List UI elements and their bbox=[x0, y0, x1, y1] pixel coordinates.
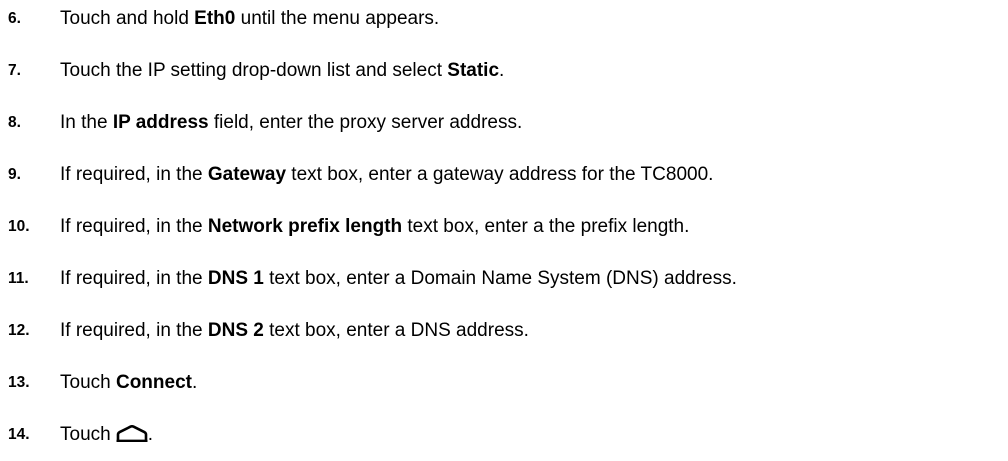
step-text: If required, in the DNS 2 text box, ente… bbox=[60, 320, 529, 341]
step-number: 8. bbox=[8, 114, 21, 131]
step-number: 14. bbox=[8, 426, 30, 443]
step-number: 6. bbox=[8, 10, 21, 27]
step-text: Touch and hold Eth0 until the menu appea… bbox=[60, 8, 440, 29]
step-number: 10. bbox=[8, 218, 30, 235]
home-icon bbox=[116, 424, 148, 450]
ui-term: Connect bbox=[115, 372, 192, 393]
step-text: If required, in the Gateway text box, en… bbox=[60, 164, 714, 185]
step-text: In the IP address field, enter the proxy… bbox=[60, 112, 523, 133]
step-number: 9. bbox=[8, 166, 21, 183]
ui-term: IP address bbox=[112, 112, 209, 133]
step-text: Touch the IP setting drop-down list and … bbox=[60, 60, 505, 81]
ui-term: DNS 1 bbox=[207, 268, 264, 289]
procedure-steps: 6. Touch and hold Eth0 until the menu ap… bbox=[0, 0, 1008, 461]
step-number: 12. bbox=[8, 322, 30, 339]
step-number: 13. bbox=[8, 374, 30, 391]
step-number: 11. bbox=[8, 270, 29, 287]
ui-term: Gateway bbox=[207, 164, 287, 185]
step-text: If required, in the Network prefix lengt… bbox=[60, 216, 690, 237]
ui-term: Network prefix length bbox=[207, 216, 403, 237]
step-text: Touch Connect. bbox=[60, 372, 198, 393]
ui-term: DNS 2 bbox=[207, 320, 264, 341]
step-text: If required, in the DNS 1 text box, ente… bbox=[60, 268, 737, 289]
ui-term: Eth0 bbox=[194, 8, 236, 29]
step-text: Touch. bbox=[60, 422, 153, 450]
ui-term: Static bbox=[447, 60, 500, 81]
step-number: 7. bbox=[8, 62, 21, 79]
